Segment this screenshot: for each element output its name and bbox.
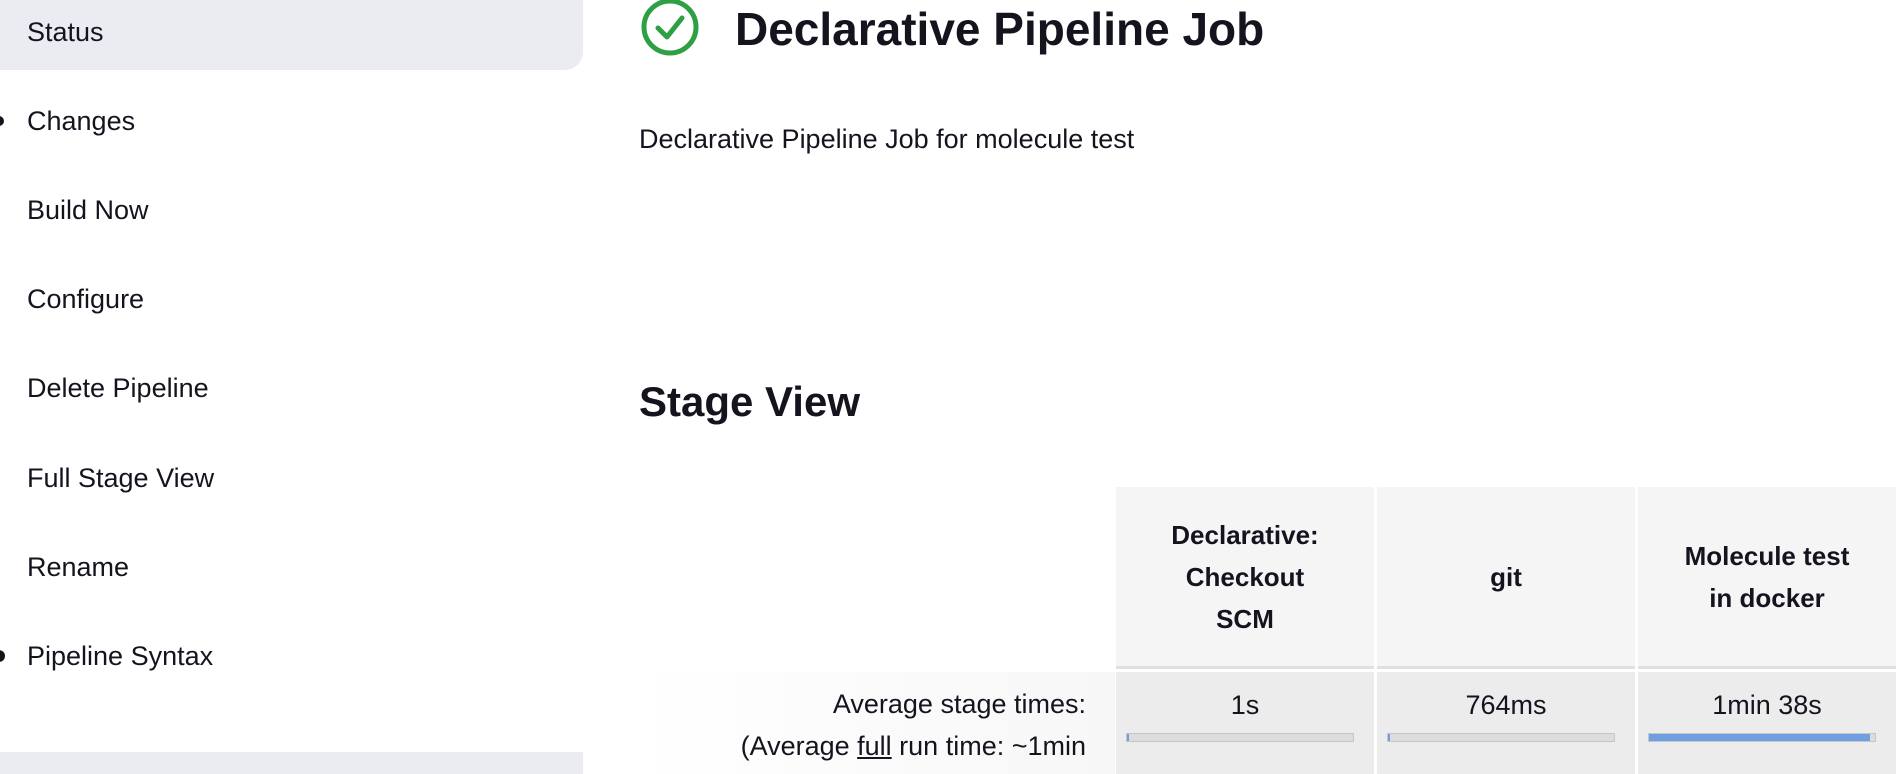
page-title: Declarative Pipeline Job — [735, 3, 1265, 55]
average-full-run-time: (Average full run time: ~1min — [741, 731, 1086, 762]
avg-time-bar — [1648, 733, 1876, 742]
avg-time-value: 764ms — [1465, 690, 1547, 720]
sidebar-item-delete-pipeline[interactable]: Delete Pipeline — [0, 353, 583, 423]
full-run-prefix: (Average — [740, 731, 858, 761]
avg-time-cell: 1min 38s — [1638, 672, 1896, 774]
sidebar-item-label: Build Now — [27, 194, 149, 225]
sidebar-item-build-now[interactable]: Build Now — [0, 175, 583, 245]
sidebar-item-label: Rename — [27, 551, 130, 582]
sidebar-item-configure[interactable]: Configure — [0, 264, 583, 334]
avg-time-cell: 764ms — [1377, 672, 1635, 774]
sidebar-item-status[interactable]: Status — [0, 0, 583, 70]
sidebar-item-label: Full Stage View — [27, 462, 215, 493]
sidebar-item-changes[interactable]: Changes — [0, 86, 583, 156]
success-check-circle-icon — [641, 0, 699, 56]
changes-icon — [0, 116, 4, 126]
stage-header-checkout-scm: Declarative: Checkout SCM — [1116, 487, 1374, 669]
average-stage-times-label: Average stage times: — [832, 689, 1086, 719]
sidebar-item-label: Changes — [27, 105, 136, 136]
stage-name-line: SCM — [1216, 603, 1274, 634]
job-description: Declarative Pipeline Job for molecule te… — [639, 124, 1135, 154]
stage-header-molecule-test: Molecule test in docker — [1638, 487, 1896, 669]
sidebar-next-item[interactable] — [0, 752, 583, 774]
stage-name-line: Checkout — [1185, 561, 1305, 592]
pipeline-syntax-icon — [0, 650, 5, 662]
stage-header-git: git — [1377, 487, 1635, 669]
stage-name-line: Declarative: — [1171, 519, 1319, 550]
avg-time-bar-fill — [1649, 734, 1871, 741]
avg-time-bar — [1387, 733, 1615, 742]
avg-time-cell: 1s — [1116, 672, 1374, 774]
sidebar-item-label: Configure — [27, 283, 145, 314]
avg-time-value: 1s — [1230, 690, 1260, 720]
stage-view-heading: Stage View — [639, 378, 860, 425]
full-run-suffix: run time: ~1min — [891, 731, 1086, 761]
sidebar-item-pipeline-syntax[interactable]: Pipeline Syntax — [0, 621, 583, 691]
stage-name-line: Molecule test — [1684, 540, 1850, 571]
stage-name-line: git — [1490, 561, 1522, 592]
avg-time-bar — [1126, 733, 1354, 742]
avg-time-value: 1min 38s — [1712, 690, 1822, 720]
sidebar: Status Changes Build Now Configure Delet… — [0, 0, 583, 774]
sidebar-item-label: Pipeline Syntax — [27, 640, 214, 671]
avg-time-bar-fill — [1388, 734, 1391, 741]
sidebar-item-label: Delete Pipeline — [27, 372, 209, 403]
sidebar-item-full-stage-view[interactable]: Full Stage View — [0, 443, 583, 513]
stage-name-line: in docker — [1709, 582, 1825, 613]
sidebar-item-rename[interactable]: Rename — [0, 532, 583, 602]
sidebar-item-label: Status — [27, 16, 104, 47]
avg-time-bar-fill — [1127, 734, 1130, 741]
full-run-link[interactable]: full — [857, 731, 892, 761]
